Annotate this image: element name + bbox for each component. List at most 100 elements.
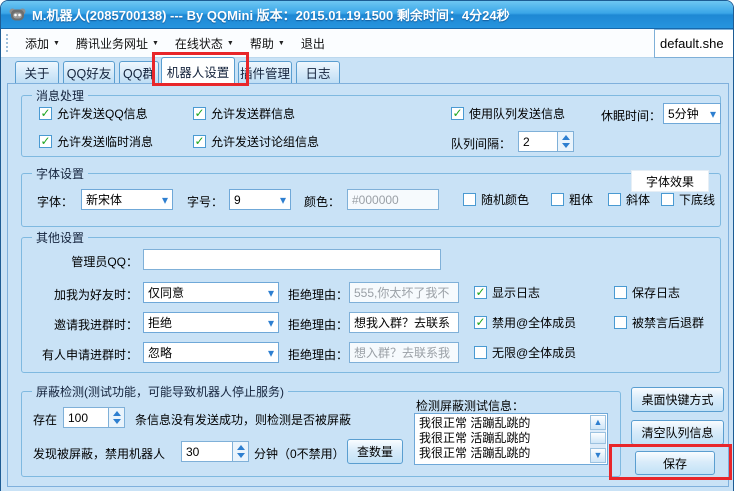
checkbox-random-color[interactable]: ✓ 随机颜色 [463, 191, 529, 207]
join-request-label: 有人申请进群时： [21, 346, 138, 363]
check-icon: ✓ [40, 107, 50, 119]
checkbox-allow-temp-messages[interactable]: ✓ 允许发送临时消息 [39, 133, 153, 149]
scroll-up-icon[interactable]: ▲ [590, 415, 606, 430]
tab-about[interactable]: 关于 [15, 61, 59, 84]
save-button[interactable]: 保存 [635, 451, 715, 475]
disable-minutes-input[interactable] [181, 441, 233, 462]
checkbox-box: ✓ [463, 193, 476, 206]
scrollbar-thumb[interactable] [590, 432, 606, 444]
font-color-label: 颜色： [304, 193, 340, 210]
fail-count-stepper[interactable] [63, 407, 125, 428]
checkbox-save-log[interactable]: ✓ 保存日志 [614, 284, 680, 300]
list-item[interactable]: 我很正常 活蹦乱跳的 [419, 416, 587, 431]
friend-request-select[interactable]: 仅同意▾ [143, 282, 279, 303]
list-item[interactable]: 我很正常 活蹦乱跳的 [419, 431, 587, 446]
config-file-input[interactable] [654, 29, 733, 58]
checkbox-quit-when-muted[interactable]: ✓ 被禁言后退群 [614, 314, 704, 330]
friend-request-label: 加我为好友时： [21, 286, 138, 303]
tab-robot-settings[interactable]: 机器人设置 [161, 57, 235, 84]
menu-online-status[interactable]: 在线状态▼ [167, 31, 242, 56]
group-title: 消息处理 [32, 87, 88, 104]
disable-prefix-label: 发现被屏蔽，禁用机器人 [33, 445, 165, 462]
checkbox-unlimited-at-all[interactable]: ✓ 无限@全体成员 [474, 344, 576, 360]
menu-tencent-urls[interactable]: 腾讯业务网址▼ [68, 31, 167, 56]
desktop-shortcut-button[interactable]: 桌面快键方式 [631, 387, 724, 412]
chevron-down-icon: ▾ [268, 287, 274, 299]
checkbox-underline[interactable]: ✓ 下底线 [661, 191, 715, 207]
checkbox-box: ✓ [193, 135, 206, 148]
tab-qq-groups[interactable]: QQ群 [119, 61, 159, 84]
disable-minutes-stepper[interactable] [181, 441, 249, 462]
font-label: 字体： [37, 193, 73, 210]
queue-interval-stepper[interactable] [518, 131, 574, 152]
chevron-down-icon: ▾ [268, 347, 274, 359]
app-window: M.机器人(2085700138) --- By QQMini 版本：2015.… [0, 0, 734, 491]
checkbox-box: ✓ [39, 135, 52, 148]
scrollbar[interactable]: ▲ ▼ [590, 415, 606, 463]
chevron-down-icon: ▾ [280, 194, 286, 206]
exist-label: 存在 [33, 411, 57, 428]
stepper-arrows-icon[interactable] [558, 131, 574, 152]
reject-reason-label: 拒绝理由： [288, 286, 348, 303]
sleep-time-select[interactable]: 5分钟▾ [663, 103, 721, 124]
chevron-down-icon: ▾ [710, 108, 716, 120]
scroll-down-icon[interactable]: ▼ [590, 448, 606, 463]
join-reject-reason-input[interactable] [349, 342, 459, 363]
menu-exit[interactable]: 退出 [293, 31, 333, 56]
checkbox-show-log[interactable]: ✓ 显示日志 [474, 284, 540, 300]
scrollbar-track[interactable] [590, 430, 606, 448]
reject-reason-label: 拒绝理由： [288, 316, 348, 333]
queue-interval-input[interactable] [518, 131, 558, 152]
stepper-arrows-icon[interactable] [233, 441, 249, 462]
detect-suffix-label: 条信息没有发送成功，则检测是否被屏蔽 [135, 411, 351, 428]
check-icon: ✓ [475, 286, 485, 298]
invite-reject-reason-input[interactable] [349, 312, 459, 333]
tab-logs[interactable]: 日志 [296, 61, 340, 84]
checkbox-box: ✓ [474, 316, 487, 329]
chevron-down-icon: ▾ [268, 317, 274, 329]
robot-icon [9, 7, 26, 22]
group-title: 屏蔽检测(测试功能，可能导致机器人停止服务) [32, 383, 288, 400]
font-size-select[interactable]: 9▾ [229, 189, 291, 210]
test-message-listbox[interactable]: 我很正常 活蹦乱跳的 我很正常 活蹦乱跳的 我很正常 活蹦乱跳的 ▲ ▼ [414, 413, 608, 465]
group-invite-select[interactable]: 拒绝▾ [143, 312, 279, 333]
font-family-select[interactable]: 新宋体▾ [81, 189, 173, 210]
check-count-button[interactable]: 查数量 [347, 439, 403, 464]
group-title: 字体设置 [32, 165, 88, 182]
chevron-down-icon: ▾ [162, 194, 168, 206]
menu-help[interactable]: 帮助▼ [242, 31, 293, 56]
friend-reject-reason-input[interactable] [349, 282, 459, 303]
list-item[interactable]: 我很正常 活蹦乱跳的 [419, 446, 587, 461]
admin-qq-input[interactable] [143, 249, 441, 270]
tab-plugin-management[interactable]: 插件管理 [238, 61, 292, 84]
chevron-down-icon: ▼ [278, 40, 285, 47]
menu-bar: 添加▼ 腾讯业务网址▼ 在线状态▼ 帮助▼ 退出 [1, 29, 733, 58]
queue-interval-label: 队列间隔： [451, 135, 511, 152]
join-request-select[interactable]: 忽略▾ [143, 342, 279, 363]
test-message-label: 检测屏蔽测试信息： [416, 397, 524, 414]
menu-add[interactable]: 添加▼ [17, 31, 68, 56]
check-icon: ✓ [452, 107, 462, 119]
checkbox-box: ✓ [451, 107, 464, 120]
checkbox-allow-qq-messages[interactable]: ✓ 允许发送QQ信息 [39, 105, 148, 121]
checkbox-ban-at-all[interactable]: ✓ 禁用@全体成员 [474, 314, 576, 330]
checkbox-bold[interactable]: ✓ 粗体 [551, 191, 593, 207]
font-effect-button[interactable]: 字体效果 [631, 170, 709, 192]
group-title: 其他设置 [32, 229, 88, 246]
check-icon: ✓ [40, 135, 50, 147]
admin-qq-label: 管理员QQ： [21, 253, 138, 270]
checkbox-use-queue[interactable]: ✓ 使用队列发送信息 [451, 105, 565, 121]
checkbox-box: ✓ [193, 107, 206, 120]
font-color-input[interactable] [347, 189, 439, 210]
tab-qq-friends[interactable]: QQ好友 [63, 61, 115, 84]
fail-count-input[interactable] [63, 407, 109, 428]
clear-queue-button[interactable]: 清空队列信息 [631, 420, 724, 445]
stepper-arrows-icon[interactable] [109, 407, 125, 428]
chevron-down-icon: ▼ [152, 40, 159, 47]
chevron-down-icon: ▼ [53, 40, 60, 47]
checkbox-box: ✓ [614, 286, 627, 299]
check-icon: ✓ [194, 107, 204, 119]
checkbox-italic[interactable]: ✓ 斜体 [608, 191, 650, 207]
checkbox-allow-discussion-messages[interactable]: ✓ 允许发送讨论组信息 [193, 133, 319, 149]
checkbox-allow-group-messages[interactable]: ✓ 允许发送群信息 [193, 105, 295, 121]
